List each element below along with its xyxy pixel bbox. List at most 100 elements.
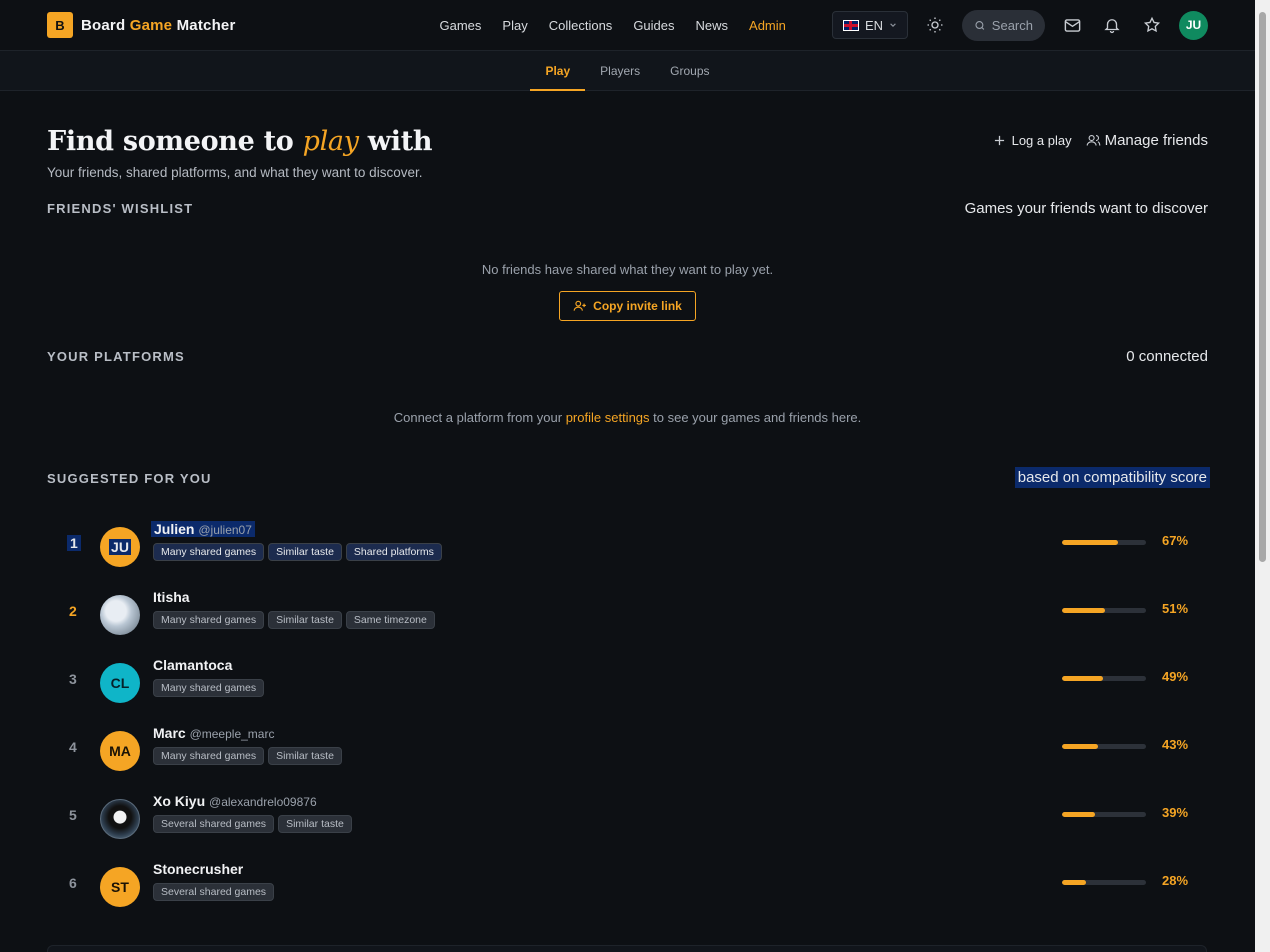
player-name: Clamantoca [153,657,233,673]
suggestion-tags: Many shared games Similar taste Same tim… [153,611,435,629]
platforms-heading: YOUR PLATFORMS [47,349,185,364]
suggestion-tags: Several shared games [153,883,275,901]
uk-flag-icon [842,19,859,31]
tag: Many shared games [153,611,265,629]
suggestion-row[interactable]: 5 Xo Kiyu @alexandrelo09876 Several shar… [47,791,1207,851]
sun-icon [927,17,943,33]
plus-icon [994,135,1004,146]
tag: Several shared games [153,815,275,833]
language-select[interactable]: EN [831,11,908,39]
hero-actions: Log a play Manage friends [994,132,1208,149]
tab-groups[interactable]: Groups [655,51,724,90]
player-name: Marc [153,725,186,741]
tag: Many shared games [153,747,265,765]
compatibility-bar [1062,812,1146,817]
compatibility-score: 49% [1162,669,1189,684]
compatibility-bar [1062,744,1146,749]
search-button[interactable]: Search [962,9,1045,41]
theme-toggle-button[interactable] [922,12,948,38]
wishlist-caption: Games your friends want to discover [964,200,1208,217]
compatibility-bar [1062,676,1146,681]
logo-word-matcher: Matcher [176,16,236,34]
player-name: Xo Kiyu [153,793,206,809]
scrollbar-thumb[interactable] [1259,12,1266,562]
wishlist-empty-text: No friends have shared what they want to… [481,262,774,277]
next-section-card [47,945,1207,952]
compatibility-score: 39% [1162,805,1189,820]
tag: Similar taste [268,747,342,765]
player-name: Itisha [153,589,190,605]
player-name: Stonecrusher [153,861,244,877]
player-name: Julien [154,521,195,537]
nav-link-guides[interactable]: Guides [633,18,674,33]
tag: Similar taste [268,543,342,561]
player-handle: @meeple_marc [189,727,275,741]
nav-link-games[interactable]: Games [440,18,482,33]
user-avatar[interactable]: JU [1179,10,1208,40]
suggestion-row[interactable]: 1 JU Julien @julien07 Many shared games … [47,519,1207,579]
tag: Similar taste [278,815,352,833]
logo-word-game: Game [129,16,173,34]
tab-play[interactable]: Play [530,51,585,91]
copy-invite-link-button[interactable]: Copy invite link [559,291,696,321]
tag: Shared platforms [345,543,442,561]
language-label: EN [864,17,883,33]
suggestion-tags: Many shared games [153,679,265,697]
avatar: MA [100,731,140,771]
suggestion-rank: 2 [69,603,77,619]
tab-players[interactable]: Players [585,51,655,90]
nav-link-collections[interactable]: Collections [549,18,613,33]
manage-friends-label: Manage friends [1104,132,1208,149]
suggestion-name: Marc @meeple_marc [153,725,274,741]
suggestion-rank: 6 [69,875,77,891]
nav-link-admin[interactable]: Admin [749,18,786,33]
suggestion-name: Itisha [153,589,190,605]
page-subtitle: Your friends, shared platforms, and what… [47,165,423,180]
wishlist-heading: FRIENDS' WISHLIST [47,201,194,216]
bell-icon [1104,19,1120,34]
compatibility-bar [1062,540,1146,545]
avatar: JU [100,527,140,567]
profile-settings-link[interactable]: profile settings [566,410,650,425]
compatibility-bar-fill [1062,812,1095,817]
avatar-initials: JU [109,539,131,555]
copy-invite-link-label: Copy invite link [593,299,682,313]
log-play-button[interactable]: Log a play [994,133,1072,148]
player-handle: @julien07 [198,523,252,537]
title-emphasis: play [302,126,359,157]
compatibility-score: 28% [1162,873,1189,888]
users-icon [1086,134,1100,146]
suggestion-rank: 3 [69,671,77,687]
nav-link-news[interactable]: News [696,18,729,33]
user-plus-icon [573,300,586,311]
compatibility-score: 43% [1162,737,1189,752]
suggestion-tags: Several shared games Similar taste [153,815,352,833]
logo-word-board: Board [81,16,126,34]
tag: Many shared games [153,543,265,561]
compatibility-bar [1062,880,1146,885]
search-icon [975,20,985,30]
suggestion-tags: Many shared games Similar taste Shared p… [153,543,442,561]
tag: Several shared games [153,883,275,901]
compatibility-bar [1062,608,1146,613]
compatibility-bar-fill [1062,744,1099,749]
nav-link-play[interactable]: Play [502,18,527,33]
tag: Same timezone [345,611,435,629]
suggestion-tags: Many shared games Similar taste [153,747,342,765]
platforms-empty-text: Connect a platform from your profile set… [0,410,1255,425]
brand-logo[interactable]: B Board Game Matcher [47,12,236,38]
logo-text: Board Game Matcher [81,17,236,34]
notifications-button[interactable] [1099,12,1125,38]
suggestion-row[interactable]: 6 ST Stonecrusher Several shared games 2… [47,859,1207,919]
avatar [100,595,140,635]
hero: Find someone to play with Your friends, … [47,126,433,180]
suggestion-row[interactable]: 2 Itisha Many shared games Similar taste… [47,587,1207,647]
page-scrollbar[interactable] [1255,0,1270,952]
compatibility-score: 67% [1162,533,1189,548]
suggestion-row[interactable]: 4 MA Marc @meeple_marc Many shared games… [47,723,1207,783]
title-part-2: with [367,126,433,157]
messages-button[interactable] [1059,12,1085,38]
suggestion-row[interactable]: 3 CL Clamantoca Many shared games 49% [47,655,1207,715]
favorites-button[interactable] [1139,12,1165,38]
manage-friends-button[interactable]: Manage friends [1086,132,1208,149]
